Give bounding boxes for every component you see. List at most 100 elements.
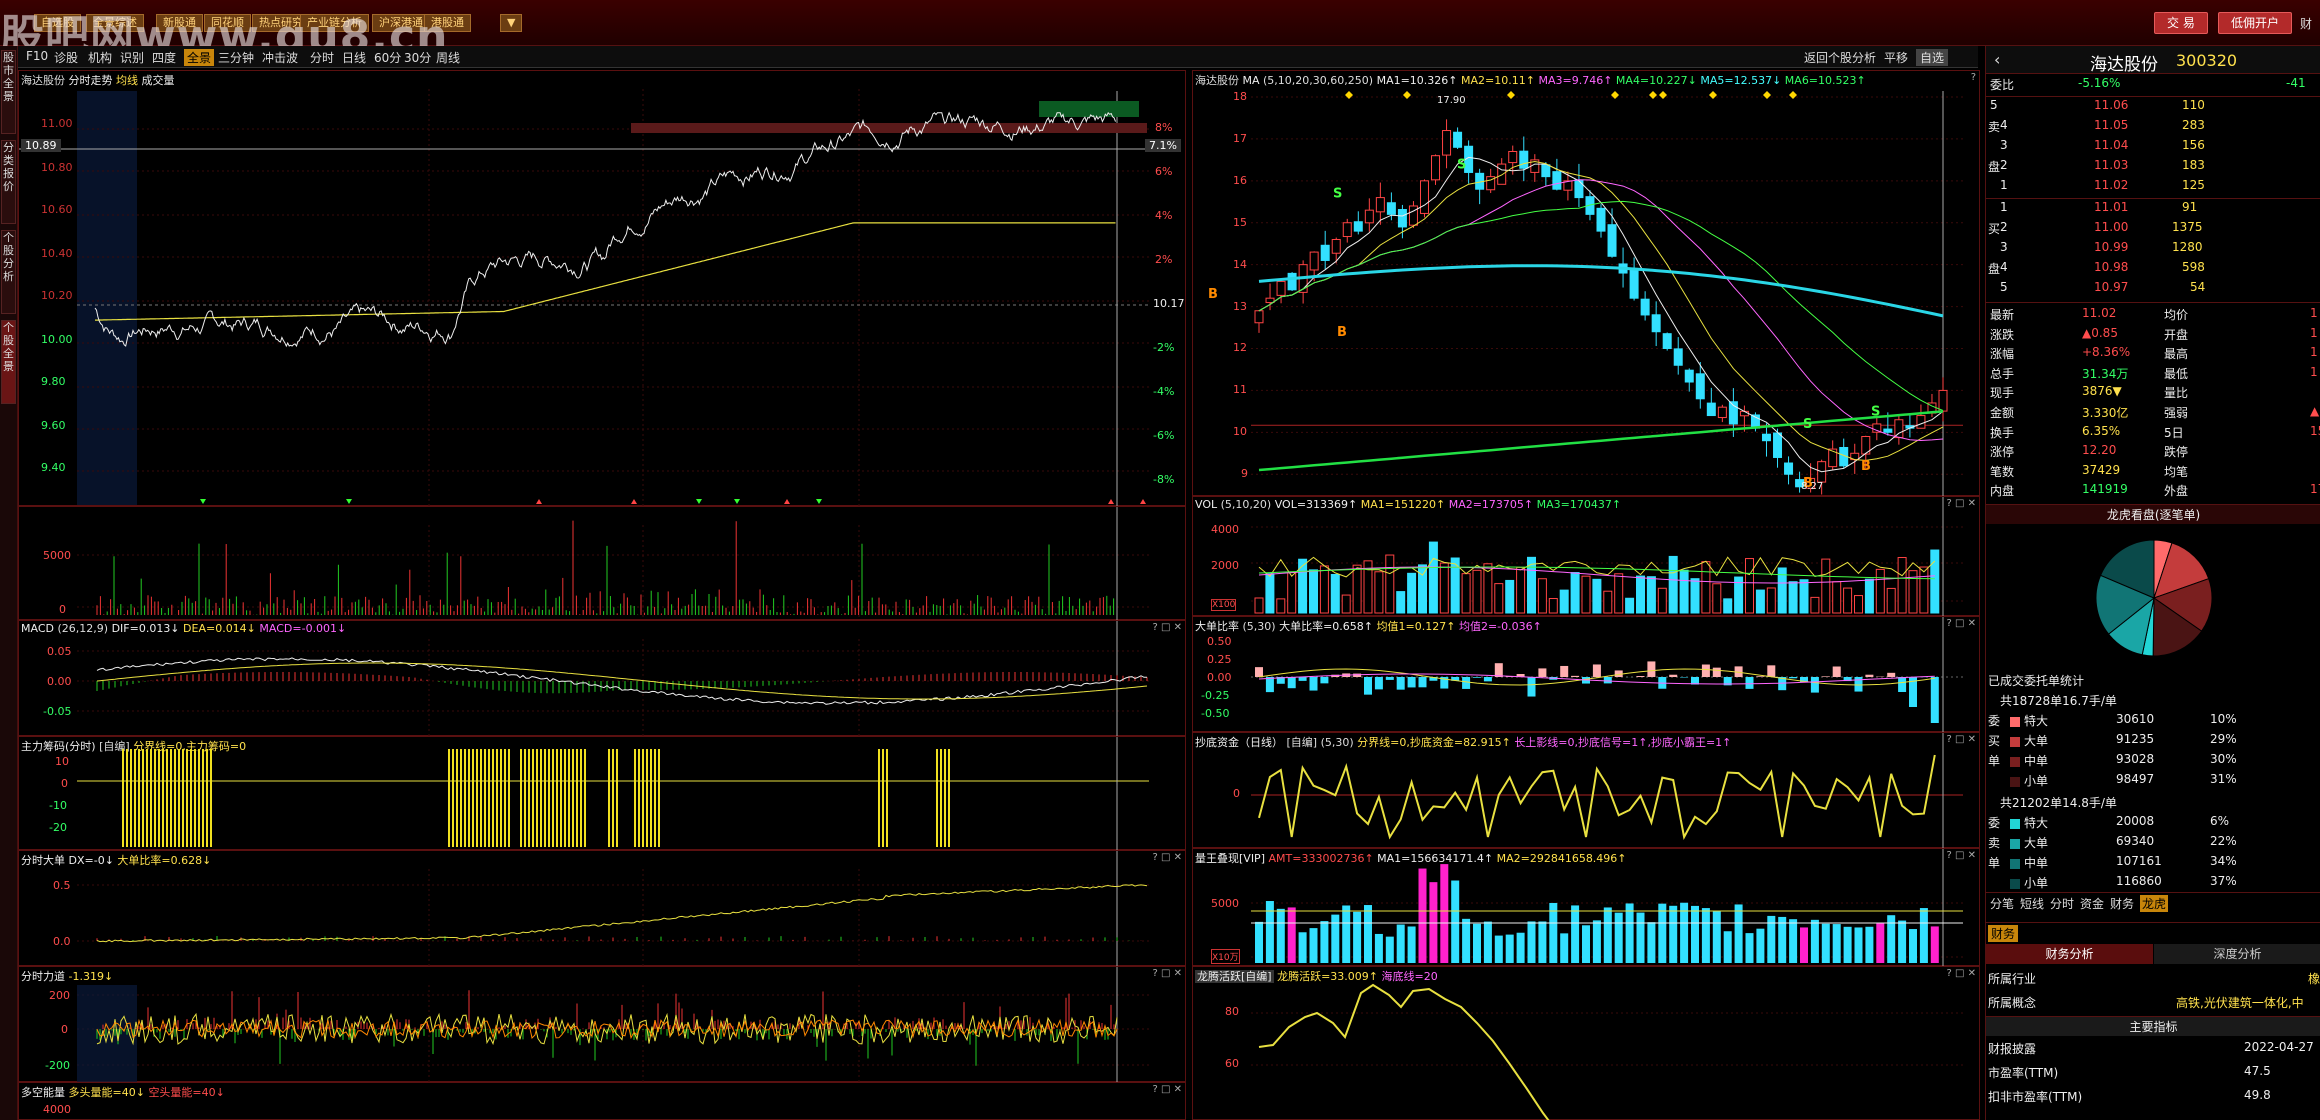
intraday-energy-panel[interactable]: 多空能量 多头量能=40↓ 空头量能=40↓ ? □ ✕ 4000 xyxy=(18,1082,1186,1120)
order-row: 小单 98497 31% xyxy=(1986,772,2320,792)
topbar-dropdown-button[interactable]: ▼ xyxy=(500,14,523,32)
volking-bar xyxy=(1756,928,1765,963)
volking-bar xyxy=(1342,905,1351,963)
buy-level-4[interactable]: 盘 4 10.98 598 xyxy=(1986,260,2320,280)
trade-signal-marker: S xyxy=(1457,157,1466,172)
stat-value: 3.330亿 xyxy=(2082,406,2129,420)
tool-60min[interactable]: 60分 xyxy=(374,49,401,66)
quote-tab[interactable]: 财务 xyxy=(2110,895,2134,912)
intraday-force-panel[interactable]: 分时力道 -1.319↓ ? □ ✕ 200 0 -200 xyxy=(18,966,1186,1083)
energy-name[interactable]: 多空能量 xyxy=(21,1086,65,1099)
panel-controls[interactable]: ? □ ✕ xyxy=(1153,1084,1183,1095)
left-tab-category[interactable]: 分类报价 xyxy=(1,140,16,224)
quote-tab[interactable]: 短线 xyxy=(2020,895,2044,912)
high-price-label: 17.90 xyxy=(1437,95,1466,106)
open-account-button[interactable]: 低佣开户 xyxy=(2218,12,2293,34)
ratio-bar xyxy=(1385,677,1394,680)
buy-level-3[interactable]: 3 10.99 1280 xyxy=(1986,240,2320,260)
ratio-bar xyxy=(1810,677,1819,693)
daily-price-tick: 17 xyxy=(1233,131,1247,145)
stat-label: 最新 xyxy=(1990,308,2015,322)
daily-kline-panel[interactable]: 海达股份 MA (5,10,20,30,60,250) MA1=10.326↑ … xyxy=(1192,70,1980,497)
vol-tick: 0 xyxy=(59,603,66,616)
volking-bar xyxy=(1832,924,1841,963)
daily-volking-panel[interactable]: 量王叠现[VIP] AMT=333002736↑ MA1=156634171.4… xyxy=(1192,848,1980,967)
intraday-price-panel[interactable]: 海达股份 分时走势 均线 成交量 11.00 10.80 10.60 10.40… xyxy=(18,70,1186,507)
buy-level-1[interactable]: 1 11.01 91 xyxy=(1986,200,2320,220)
left-tab-analysis[interactable]: 个股分析 xyxy=(1,230,16,314)
daily-bottomfund-panel[interactable]: 抄底资金（日线） [自编] (5,30) 分界线=0,抄底资金=82.915↑ … xyxy=(1192,732,1980,849)
tool-weekly[interactable]: 周线 xyxy=(436,49,460,66)
intraday-bigorder-panel[interactable]: 分时大单 DX=-0↓ 大单比率=0.628↓ ? □ ✕ 0.5 0.0 xyxy=(18,850,1186,967)
dvol-tick: 2000 xyxy=(1211,559,1239,572)
stat-label: 均价 xyxy=(2164,308,2189,322)
tool-identify[interactable]: 识别 xyxy=(120,49,144,66)
daily-bottomfund-chart xyxy=(1251,733,1963,849)
volume-bar xyxy=(1472,569,1482,614)
sell-level-3[interactable]: 3 11.04 156 xyxy=(1986,138,2320,158)
fin-tab-deep[interactable]: 深度分析 xyxy=(2154,944,2320,964)
watchlist-dropdown[interactable]: 自选 xyxy=(1916,49,1949,66)
tool-institution[interactable]: 机构 xyxy=(88,49,112,66)
intraday-chips-panel[interactable]: 主力筹码(分时) [自编] 分界线=0,主力筹码=0 10 0 -10 -20 xyxy=(18,736,1186,851)
order-pie-chart xyxy=(2095,539,2213,657)
left-tab-market[interactable]: 股市全景 xyxy=(1,50,16,134)
buy-level-5[interactable]: 5 10.97 54 xyxy=(1986,280,2320,300)
back-arrow-icon[interactable]: ‹ xyxy=(1994,50,2000,69)
tool-30min[interactable]: 30分 xyxy=(404,49,431,66)
candle-body xyxy=(1695,373,1705,400)
tool-f10[interactable]: F10 xyxy=(26,49,48,63)
sell-level-5[interactable]: 5 11.06 110 xyxy=(1986,98,2320,118)
daily-dragon-panel[interactable]: 龙腾活跃[自编] 龙腾活跃=33.009↑ 海底线=20 ? □ ✕ 80 60 xyxy=(1192,966,1980,1120)
fin-row: 财报披露 2022-04-27 xyxy=(1986,1040,2320,1060)
quote-stock-name: 海达股份 xyxy=(2090,55,2158,75)
candle-body xyxy=(1342,222,1352,238)
volume-bar xyxy=(1559,589,1569,614)
weibi-row: 委比 -5.16% -41 xyxy=(1986,76,2320,96)
macd-tick: 0.00 xyxy=(47,675,72,688)
daily-bigratio-panel[interactable]: 大单比率 (5,30) 大单比率=0.658↑ 均值1=0.127↑ 均值2=-… xyxy=(1192,616,1980,733)
ratio-bar xyxy=(1538,668,1547,677)
quote-tab[interactable]: 分笔 xyxy=(1990,895,2014,912)
tool-shockwave[interactable]: 冲击波 xyxy=(262,49,298,66)
fin-tab-analysis[interactable]: 财务分析 xyxy=(1986,944,2153,964)
back-to-analysis-link[interactable]: 返回个股分析 xyxy=(1804,49,1876,66)
buy-level-2[interactable]: 买 2 11.00 1375 xyxy=(1986,220,2320,240)
volume-bar xyxy=(1254,597,1264,614)
sell-level-2[interactable]: 盘 2 11.03 183 xyxy=(1986,158,2320,178)
pan-button[interactable]: 平移 xyxy=(1884,49,1908,66)
intraday-volume-panel[interactable]: 5000 0 xyxy=(18,506,1186,621)
quote-tab[interactable]: 资金 xyxy=(2080,895,2104,912)
finance-button[interactable]: 财务 xyxy=(1988,925,2019,942)
ratio-bar xyxy=(1712,667,1721,677)
chips-tick: 0 xyxy=(61,777,68,790)
legend-swatch xyxy=(2010,879,2020,889)
ratio-bar xyxy=(1473,677,1481,678)
left-tab-overview[interactable]: 个股全景 xyxy=(1,320,16,404)
ratio-bar xyxy=(1647,661,1656,677)
tool-diagnose[interactable]: 诊股 xyxy=(54,49,78,66)
sell-level-4[interactable]: 卖 4 11.05 283 xyxy=(1986,118,2320,138)
macd-tick: 0.05 xyxy=(47,645,72,658)
quote-tab[interactable]: 龙虎 xyxy=(2140,895,2169,912)
intraday-macd-chart xyxy=(77,621,1149,737)
sell-level-1[interactable]: 1 11.02 125 xyxy=(1986,178,2320,198)
intraday-macd-panel[interactable]: MACD (26,12,9) DIF=0.013↓ DEA=0.014↓ MAC… xyxy=(18,620,1186,737)
volking-bar xyxy=(1800,927,1808,963)
quote-tab[interactable]: 分时 xyxy=(2050,895,2074,912)
tool-panorama[interactable]: 全景 xyxy=(184,49,215,66)
low-price-label: 8.27 xyxy=(1801,481,1824,492)
tool-daily[interactable]: 日线 xyxy=(342,49,366,66)
volume-bar xyxy=(1625,597,1635,614)
daily-volume-panel[interactable]: VOL (5,10,20) VOL=313369↑ MA1=151220↑ MA… xyxy=(1192,496,1980,617)
volume-bar xyxy=(1919,566,1929,614)
event-diamond xyxy=(1611,91,1619,99)
tool-intraday[interactable]: 分时 xyxy=(310,49,334,66)
tool-fourdegree[interactable]: 四度 xyxy=(152,49,176,66)
bigorder-tick: 0.0 xyxy=(53,935,71,948)
order-pct: 31% xyxy=(2210,772,2237,786)
stat-value: 37429 xyxy=(2082,462,2121,477)
trade-button[interactable]: 交 易 xyxy=(2154,12,2208,34)
tool-threemin[interactable]: 三分钟 xyxy=(218,49,254,66)
event-diamond xyxy=(1649,91,1657,99)
